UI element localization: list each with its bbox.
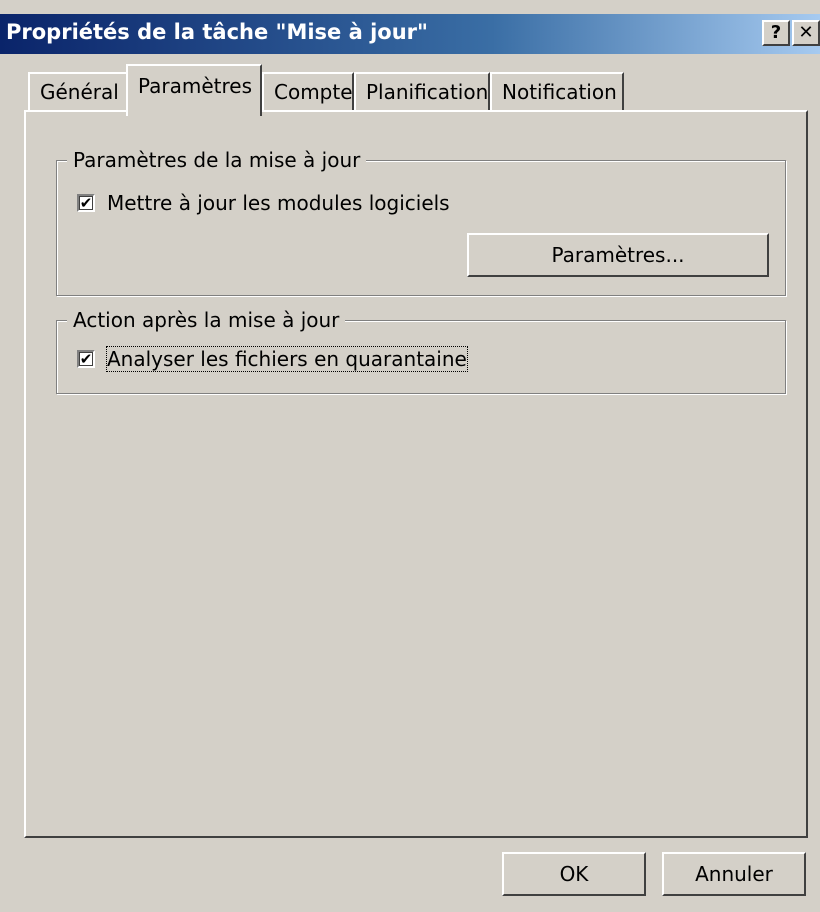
tab-general[interactable]: Général xyxy=(28,72,128,112)
check-icon: ✔ xyxy=(79,194,93,212)
title-bar[interactable]: Propriétés de la tâche "Mise à jour" ? ✕ xyxy=(0,14,820,54)
checkbox-label: Mettre à jour les modules logiciels xyxy=(107,191,450,215)
ok-button[interactable]: OK xyxy=(502,852,646,896)
settings-button[interactable]: Paramètres... xyxy=(467,233,769,277)
window-title: Propriétés de la tâche "Mise à jour" xyxy=(6,20,428,44)
tab-compte[interactable]: Compte xyxy=(262,72,354,112)
help-button[interactable]: ? xyxy=(762,20,790,46)
tab-label: Général xyxy=(40,80,119,104)
group-legend: Action après la mise à jour xyxy=(67,308,346,332)
post-update-action-group: Action après la mise à jour ✔ Analyser l… xyxy=(56,308,786,394)
tab-label: Notification xyxy=(502,80,617,104)
tab-label: Compte xyxy=(274,80,353,104)
group-legend: Paramètres de la mise à jour xyxy=(67,148,367,172)
checkbox-label: Analyser les fichiers en quarantaine xyxy=(106,346,468,372)
help-icon: ? xyxy=(770,22,782,43)
scan-quarantine-checkbox-row[interactable]: ✔ Analyser les fichiers en quarantaine xyxy=(77,346,468,372)
tab-notification[interactable]: Notification xyxy=(490,72,624,112)
task-properties-dialog: Propriétés de la tâche "Mise à jour" ? ✕… xyxy=(0,0,820,912)
cancel-button[interactable]: Annuler xyxy=(662,852,806,896)
update-modules-checkbox-row[interactable]: ✔ Mettre à jour les modules logiciels xyxy=(77,191,450,215)
close-button[interactable]: ✕ xyxy=(792,20,820,46)
update-settings-group: Paramètres de la mise à jour ✔ Mettre à … xyxy=(56,148,786,296)
tab-parametres[interactable]: Paramètres xyxy=(126,64,262,116)
close-icon: ✕ xyxy=(798,22,814,43)
update-modules-checkbox[interactable]: ✔ xyxy=(77,194,95,212)
tab-label: Paramètres xyxy=(138,74,253,98)
tab-label: Planification xyxy=(366,80,489,104)
check-icon: ✔ xyxy=(79,350,93,368)
tab-planification[interactable]: Planification xyxy=(354,72,490,112)
tab-panel-parametres: Paramètres de la mise à jour ✔ Mettre à … xyxy=(24,110,808,838)
scan-quarantine-checkbox[interactable]: ✔ xyxy=(77,350,95,368)
